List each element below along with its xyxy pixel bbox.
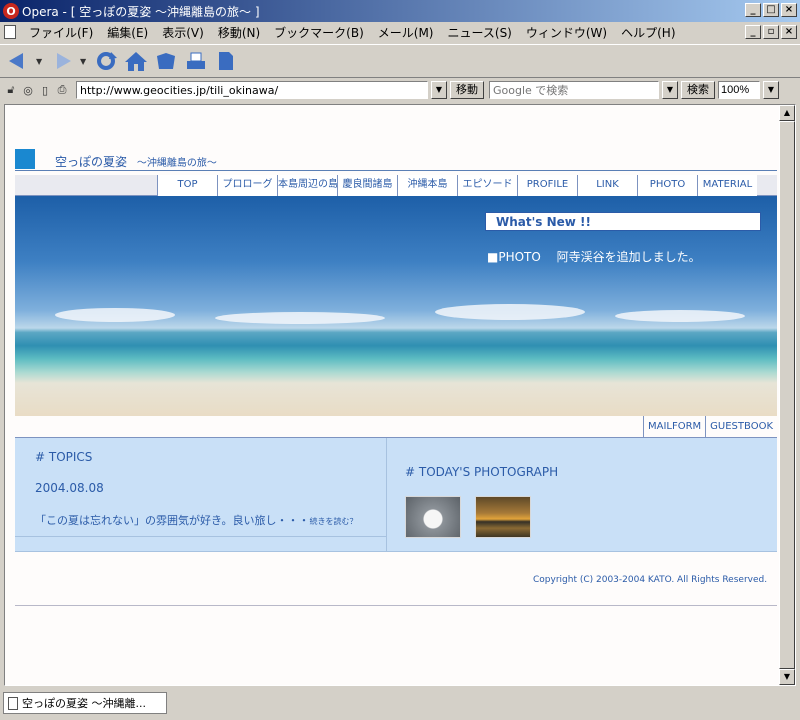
menu-mail[interactable]: メール(M) bbox=[371, 24, 441, 41]
reload-icon bbox=[97, 52, 117, 70]
print-icon bbox=[187, 52, 205, 69]
menu-bar: ファイル(F) 編集(E) 表示(V) 移動(N) ブックマーク(B) メール(… bbox=[0, 22, 800, 42]
scroll-down-icon[interactable]: ▼ bbox=[779, 669, 795, 685]
forward-button[interactable] bbox=[50, 48, 74, 74]
hero-beach-image: What's New !! ■PHOTO 阿寺渓谷を追加しました。 bbox=[15, 196, 777, 416]
reload-button[interactable] bbox=[94, 48, 118, 74]
nav-photo[interactable]: PHOTO bbox=[637, 175, 697, 196]
document-icon bbox=[8, 696, 18, 710]
back-button[interactable] bbox=[6, 48, 30, 74]
menu-view[interactable]: 表示(V) bbox=[155, 24, 211, 41]
header-square-icon bbox=[15, 149, 35, 169]
back-icon bbox=[9, 53, 23, 69]
nav-islands-around[interactable]: 本島周辺の島 bbox=[277, 175, 337, 196]
back-dropdown-icon[interactable]: ▼ bbox=[36, 57, 44, 66]
opera-icon: O bbox=[3, 3, 19, 19]
cloud bbox=[435, 304, 585, 320]
search-dropdown-button[interactable]: ▼ bbox=[662, 81, 678, 99]
topics-date: 2004.08.08 bbox=[35, 481, 104, 495]
site-nav: TOP プロローグ 本島周辺の島 慶良間諸島 沖縄本島 エピソード PROFIL… bbox=[15, 175, 777, 196]
page-icon bbox=[219, 52, 233, 70]
whats-new-box: What's New !! bbox=[485, 212, 761, 231]
scroll-thumb[interactable] bbox=[779, 121, 795, 669]
menu-edit[interactable]: 編集(E) bbox=[100, 24, 155, 41]
nav-link[interactable]: LINK bbox=[577, 175, 637, 196]
hotlist-button[interactable] bbox=[154, 48, 178, 74]
page-info-icon[interactable]: ▯ bbox=[38, 83, 52, 97]
nav-prologue[interactable]: プロローグ bbox=[217, 175, 277, 196]
search-input[interactable] bbox=[489, 81, 659, 99]
window-titlebar: O Opera - [ 空っぽの夏姿 ～沖縄離島の旅～ ] _ □ × bbox=[0, 0, 800, 22]
nav-guestbook[interactable]: GUESTBOOK bbox=[705, 416, 777, 437]
print-button[interactable] bbox=[184, 48, 208, 74]
page-viewport: 空っぽの夏姿 ～沖縄離島の旅～ TOP プロローグ 本島周辺の島 慶良間諸島 沖… bbox=[4, 104, 796, 686]
topics-teaser[interactable]: 「この夏は忘れない」の雰囲気が好き。良い旅し・・・続きを読む？ bbox=[35, 512, 357, 528]
nav-okinawa-main[interactable]: 沖縄本島 bbox=[397, 175, 457, 196]
cloud bbox=[615, 310, 745, 322]
home-icon bbox=[125, 52, 147, 71]
maximize-button[interactable]: □ bbox=[763, 3, 779, 17]
address-bar: 🔓︎ ◎ ▯ ⎙ ▼ 移動 ▼ 検索 ▼ bbox=[0, 79, 800, 101]
menu-news[interactable]: ニュース(S) bbox=[440, 24, 518, 41]
topics-teaser-text: 「この夏は忘れない」の雰囲気が好き。良い旅し・・・ bbox=[35, 514, 310, 527]
forward-icon bbox=[57, 53, 71, 69]
content-panels: # TOPICS 2004.08.08 「この夏は忘れない」の雰囲気が好き。良い… bbox=[15, 438, 777, 552]
nav-kerama[interactable]: 慶良間諸島 bbox=[337, 175, 397, 196]
nav-top[interactable]: TOP bbox=[157, 175, 217, 196]
print-small-icon[interactable]: ⎙ bbox=[55, 83, 69, 97]
cookie-icon[interactable]: ◎ bbox=[21, 83, 35, 97]
url-input[interactable] bbox=[76, 81, 428, 99]
whats-new-item[interactable]: ■PHOTO 阿寺渓谷を追加しました。 bbox=[487, 248, 701, 265]
forward-dropdown-icon[interactable]: ▼ bbox=[80, 57, 88, 66]
doc-close-button[interactable]: × bbox=[781, 25, 797, 39]
menu-help[interactable]: ヘルプ(H) bbox=[614, 24, 682, 41]
cloud bbox=[55, 308, 175, 322]
sub-nav: MAILFORM GUESTBOOK bbox=[15, 416, 777, 438]
divider bbox=[15, 536, 387, 537]
page-button[interactable] bbox=[214, 48, 238, 74]
page-tab[interactable]: 空っぽの夏姿 ～沖縄離... bbox=[3, 692, 167, 714]
nav-episode[interactable]: エピソード bbox=[457, 175, 517, 196]
hotlist-icon bbox=[157, 53, 175, 69]
site-subtitle: ～沖縄離島の旅～ bbox=[136, 158, 217, 169]
read-more-link[interactable]: 続きを読む？ bbox=[309, 517, 357, 526]
photo-thumbnail-dog[interactable] bbox=[405, 496, 461, 538]
nav-mailform[interactable]: MAILFORM bbox=[642, 416, 705, 437]
url-dropdown-button[interactable]: ▼ bbox=[431, 81, 447, 99]
zoom-dropdown-button[interactable]: ▼ bbox=[763, 81, 779, 99]
whats-new-heading: What's New !! bbox=[496, 215, 591, 229]
topics-panel: # TOPICS 2004.08.08 「この夏は忘れない」の雰囲気が好き。良い… bbox=[15, 438, 387, 552]
topics-heading: # TOPICS bbox=[35, 450, 93, 464]
vertical-scrollbar[interactable]: ▲ ▼ bbox=[779, 105, 795, 685]
doc-restore-button[interactable]: ▫ bbox=[763, 25, 779, 39]
zoom-input[interactable] bbox=[718, 81, 760, 99]
menu-navigation[interactable]: 移動(N) bbox=[211, 24, 267, 41]
site-title: 空っぽの夏姿 bbox=[55, 155, 128, 169]
site-header: 空っぽの夏姿 ～沖縄離島の旅～ bbox=[15, 149, 777, 171]
search-button[interactable]: 検索 bbox=[681, 81, 715, 99]
menu-window[interactable]: ウィンドウ(W) bbox=[519, 24, 614, 41]
lock-icon[interactable]: 🔓︎ bbox=[4, 83, 18, 97]
photo-thumbnail-sunset[interactable] bbox=[475, 496, 531, 538]
divider bbox=[15, 605, 777, 606]
main-toolbar: ▼ ▼ bbox=[0, 44, 800, 78]
menu-bookmarks[interactable]: ブックマーク(B) bbox=[267, 24, 371, 41]
go-button[interactable]: 移動 bbox=[450, 81, 484, 99]
close-button[interactable]: × bbox=[781, 3, 797, 17]
window-title: Opera - [ 空っぽの夏姿 ～沖縄離島の旅～ ] bbox=[22, 4, 260, 19]
menu-file[interactable]: ファイル(F) bbox=[22, 24, 100, 41]
status-bar: 空っぽの夏姿 ～沖縄離... bbox=[0, 690, 800, 720]
nav-material[interactable]: MATERIAL bbox=[697, 175, 757, 196]
doc-minimize-button[interactable]: _ bbox=[745, 25, 761, 39]
scroll-up-icon[interactable]: ▲ bbox=[779, 105, 795, 121]
minimize-button[interactable]: _ bbox=[745, 3, 761, 17]
home-button[interactable] bbox=[124, 48, 148, 74]
copyright: Copyright (C) 2003-2004 KATO. All Rights… bbox=[533, 575, 768, 585]
page-tab-label: 空っぽの夏姿 ～沖縄離... bbox=[22, 697, 146, 710]
photo-heading: # TODAY'S PHOTOGRAPH bbox=[405, 465, 559, 479]
nav-profile[interactable]: PROFILE bbox=[517, 175, 577, 196]
document-icon bbox=[4, 25, 16, 39]
cloud bbox=[215, 312, 385, 324]
